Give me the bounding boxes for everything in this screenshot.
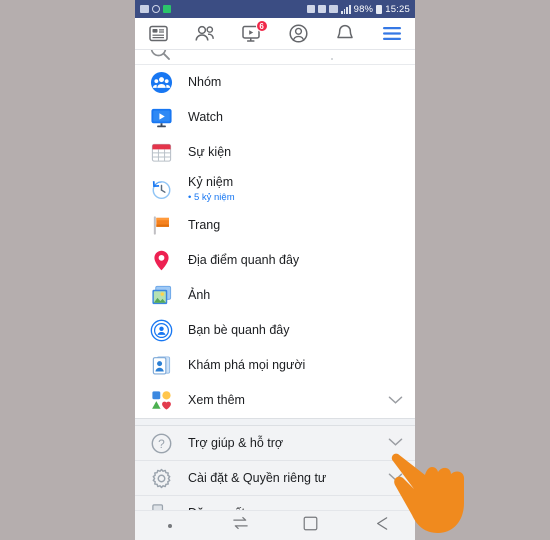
status-bar-right-icons: 98% 15:25 xyxy=(307,4,410,15)
nav-back[interactable] xyxy=(360,514,400,538)
menu-item-label: Trợ giúp & hỗ trợ xyxy=(188,435,284,450)
sim-icon xyxy=(307,5,316,13)
profile-tab[interactable] xyxy=(281,21,315,47)
menu-item-memories[interactable]: Kỷ niệm • 5 kỷ niệm xyxy=(135,170,415,208)
calendar-icon xyxy=(148,140,174,166)
menu-item-text: Sự kiện xyxy=(188,145,231,160)
menu-item-text: Trợ giúp & hỗ trợ xyxy=(188,436,283,451)
wifi-icon xyxy=(329,5,339,13)
gear-icon xyxy=(148,465,174,491)
chevron-down-icon[interactable] xyxy=(388,434,403,452)
watch-icon xyxy=(148,105,174,131)
menu-item-label: Bạn bè quanh đây xyxy=(188,323,290,337)
menu-item-text: Ảnh xyxy=(188,288,210,303)
hamburger-menu-icon xyxy=(382,26,402,41)
nearby-friends-icon xyxy=(148,318,174,344)
menu-item-label: Ảnh xyxy=(188,288,211,302)
menu-item-text: Trang xyxy=(188,218,220,233)
nav-recents[interactable] xyxy=(220,514,260,538)
menu-item-text: Cài đặt & Quyền riêng tư xyxy=(188,471,326,486)
battery-icon xyxy=(376,4,383,14)
photos-icon xyxy=(148,283,174,309)
groups-icon xyxy=(148,70,174,96)
menu-item-text: Địa điểm quanh đây xyxy=(188,253,299,268)
location-pin-icon xyxy=(148,248,174,274)
dot-icon xyxy=(168,523,172,528)
mute-icon xyxy=(152,5,160,13)
menu-item-nearby-places[interactable]: Địa điểm quanh đây xyxy=(135,243,415,278)
chevron-down-icon[interactable] xyxy=(388,469,403,487)
notifications-tab[interactable] xyxy=(328,21,362,47)
menu-item-text: Khám phá mọi người xyxy=(188,358,305,373)
menu-item-label: Địa điểm quanh đây xyxy=(188,253,300,267)
menu-item-label: Nhóm xyxy=(188,75,222,89)
recents-icon xyxy=(232,516,249,535)
message-icon xyxy=(163,5,171,13)
nav-home[interactable] xyxy=(290,514,330,538)
top-tab-bar: 6 xyxy=(135,18,415,50)
see-more-shapes-icon xyxy=(148,388,174,414)
flag-icon xyxy=(148,213,174,239)
search-row-dot xyxy=(331,58,333,60)
menu-item-discover-people[interactable]: Khám phá mọi người xyxy=(135,348,415,383)
news-feed-icon xyxy=(149,25,168,42)
discover-people-icon xyxy=(148,353,174,379)
battery-percent-label: 98% xyxy=(353,3,374,15)
bell-icon xyxy=(336,24,354,43)
clock-label: 15:25 xyxy=(385,3,410,15)
signal-icon xyxy=(341,4,351,14)
menu-item-label: Cài đặt & Quyền riêng tư xyxy=(188,470,327,485)
system-nav-bar xyxy=(135,510,415,540)
menu-item-subtitle: • 5 kỷ niệm xyxy=(188,191,235,203)
menu-item-text: Watch xyxy=(188,110,223,125)
menu-tab[interactable] xyxy=(375,21,409,47)
menu-item-label: Xem thêm xyxy=(188,393,245,407)
section-divider xyxy=(135,418,415,426)
status-bar: 98% 15:25 xyxy=(135,0,415,18)
menu-scroll-area[interactable]: Nhóm Watch Sự kiện Kỷ niệm • 5 kỷ niệm T… xyxy=(135,50,415,540)
watch-badge: 6 xyxy=(255,19,268,32)
menu-item-groups[interactable]: Nhóm xyxy=(135,65,415,100)
friends-tab[interactable] xyxy=(188,21,222,47)
menu-item-label: Sự kiện xyxy=(188,145,232,159)
status-bar-left-icons xyxy=(140,5,171,13)
menu-item-label: Trang xyxy=(188,218,221,232)
menu-item-text: Nhóm xyxy=(188,75,221,90)
menu-item-photos[interactable]: Ảnh xyxy=(135,278,415,313)
search-icon xyxy=(148,50,172,64)
menu-item-text: Kỷ niệm • 5 kỷ niệm xyxy=(188,175,235,204)
bluetooth-icon xyxy=(318,5,327,13)
news-feed-tab[interactable] xyxy=(141,21,175,47)
menu-item-text: Bạn bè quanh đây xyxy=(188,323,289,338)
phone-screen: 98% 15:25 6 Nhóm Watch Sự kiện Kỷ niệm •… xyxy=(135,0,415,540)
menu-item-settings-privacy[interactable]: Cài đặt & Quyền riêng tư xyxy=(135,461,415,496)
menu-item-label: Kỷ niệm xyxy=(188,174,234,189)
menu-item-help-support[interactable]: ? Trợ giúp & hỗ trợ xyxy=(135,426,415,461)
menu-item-see-more[interactable]: Xem thêm xyxy=(135,383,415,418)
image-icon xyxy=(140,5,149,13)
menu-item-nearby-friends[interactable]: Bạn bè quanh đây xyxy=(135,313,415,348)
menu-item-label: Khám phá mọi người xyxy=(188,358,306,372)
nav-dot[interactable] xyxy=(150,514,190,538)
chevron-down-icon[interactable] xyxy=(388,392,403,410)
menu-item-label: Watch xyxy=(188,110,223,124)
menu-item-text: Xem thêm xyxy=(188,393,245,408)
friends-icon xyxy=(194,25,215,42)
menu-item-events[interactable]: Sự kiện xyxy=(135,135,415,170)
menu-item-watch[interactable]: Watch xyxy=(135,100,415,135)
home-square-icon xyxy=(303,516,318,536)
back-arrow-icon xyxy=(372,516,389,536)
search-row-partial[interactable] xyxy=(135,50,415,65)
watch-tab[interactable]: 6 xyxy=(235,19,269,47)
svg-text:?: ? xyxy=(158,436,165,450)
help-question-icon: ? xyxy=(148,430,174,456)
profile-icon xyxy=(289,24,308,43)
memories-clock-icon xyxy=(148,176,174,202)
menu-item-pages[interactable]: Trang xyxy=(135,208,415,243)
